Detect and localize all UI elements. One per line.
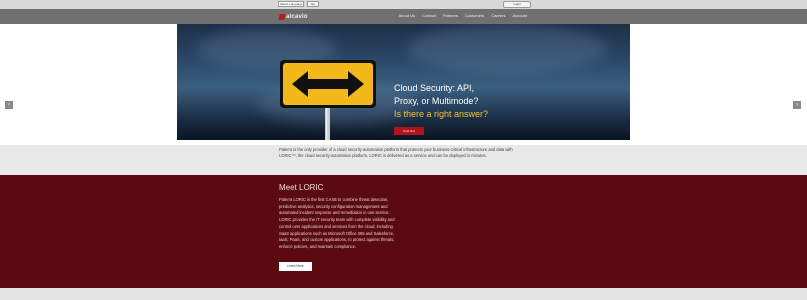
- nav-item-about[interactable]: About Us: [399, 13, 415, 18]
- site-logo[interactable]: alcavio: [278, 12, 308, 21]
- logo-mark-icon: [278, 13, 286, 20]
- language-go-button[interactable]: Go: [307, 1, 319, 7]
- site-header: alcavio About Us Contact Partners Custom…: [0, 9, 807, 24]
- meet-loric-section: Meet LORIC Palerra LORIC is the first CA…: [0, 175, 807, 288]
- hero-cta-button[interactable]: Find Out: [394, 127, 424, 135]
- main-nav: About Us Contact Partners Customers Care…: [399, 13, 527, 18]
- learn-more-button[interactable]: Learn More: [279, 262, 312, 271]
- footer-strip: [0, 288, 807, 300]
- hero-title: Cloud Security: API, Proxy, or Multimode…: [394, 82, 614, 121]
- hero-title-line-3: Is there a right answer?: [394, 109, 489, 119]
- intro-section: Palerra is the only provider of a cloud …: [0, 145, 807, 175]
- hero-carousel: Cloud Security: API, Proxy, or Multimode…: [0, 24, 807, 140]
- carousel-prev-icon[interactable]: ‹: [5, 101, 13, 109]
- logo-text: alcavio: [286, 13, 308, 20]
- nav-item-partners[interactable]: Partners: [443, 13, 458, 18]
- nav-item-customers[interactable]: Customers: [465, 13, 484, 18]
- nav-item-account[interactable]: Account: [513, 13, 527, 18]
- login-button[interactable]: Login: [503, 1, 531, 8]
- double-arrow-sign-icon: [280, 60, 376, 140]
- intro-text: Palerra is the only provider of a cloud …: [279, 147, 513, 158]
- nav-item-contact[interactable]: Contact: [422, 13, 436, 18]
- language-select[interactable]: Select Language: [278, 1, 304, 7]
- hero-title-line-1: Cloud Security: API,: [394, 83, 475, 93]
- meet-heading: Meet LORIC: [279, 183, 324, 192]
- utility-bar: Select Language Go Login: [0, 0, 807, 9]
- hero-title-line-2: Proxy, or Multimode?: [394, 96, 479, 106]
- carousel-next-icon[interactable]: ›: [793, 101, 801, 109]
- meet-body: Palerra LORIC is the first CASB to combi…: [279, 197, 395, 249]
- nav-item-careers[interactable]: Careers: [491, 13, 505, 18]
